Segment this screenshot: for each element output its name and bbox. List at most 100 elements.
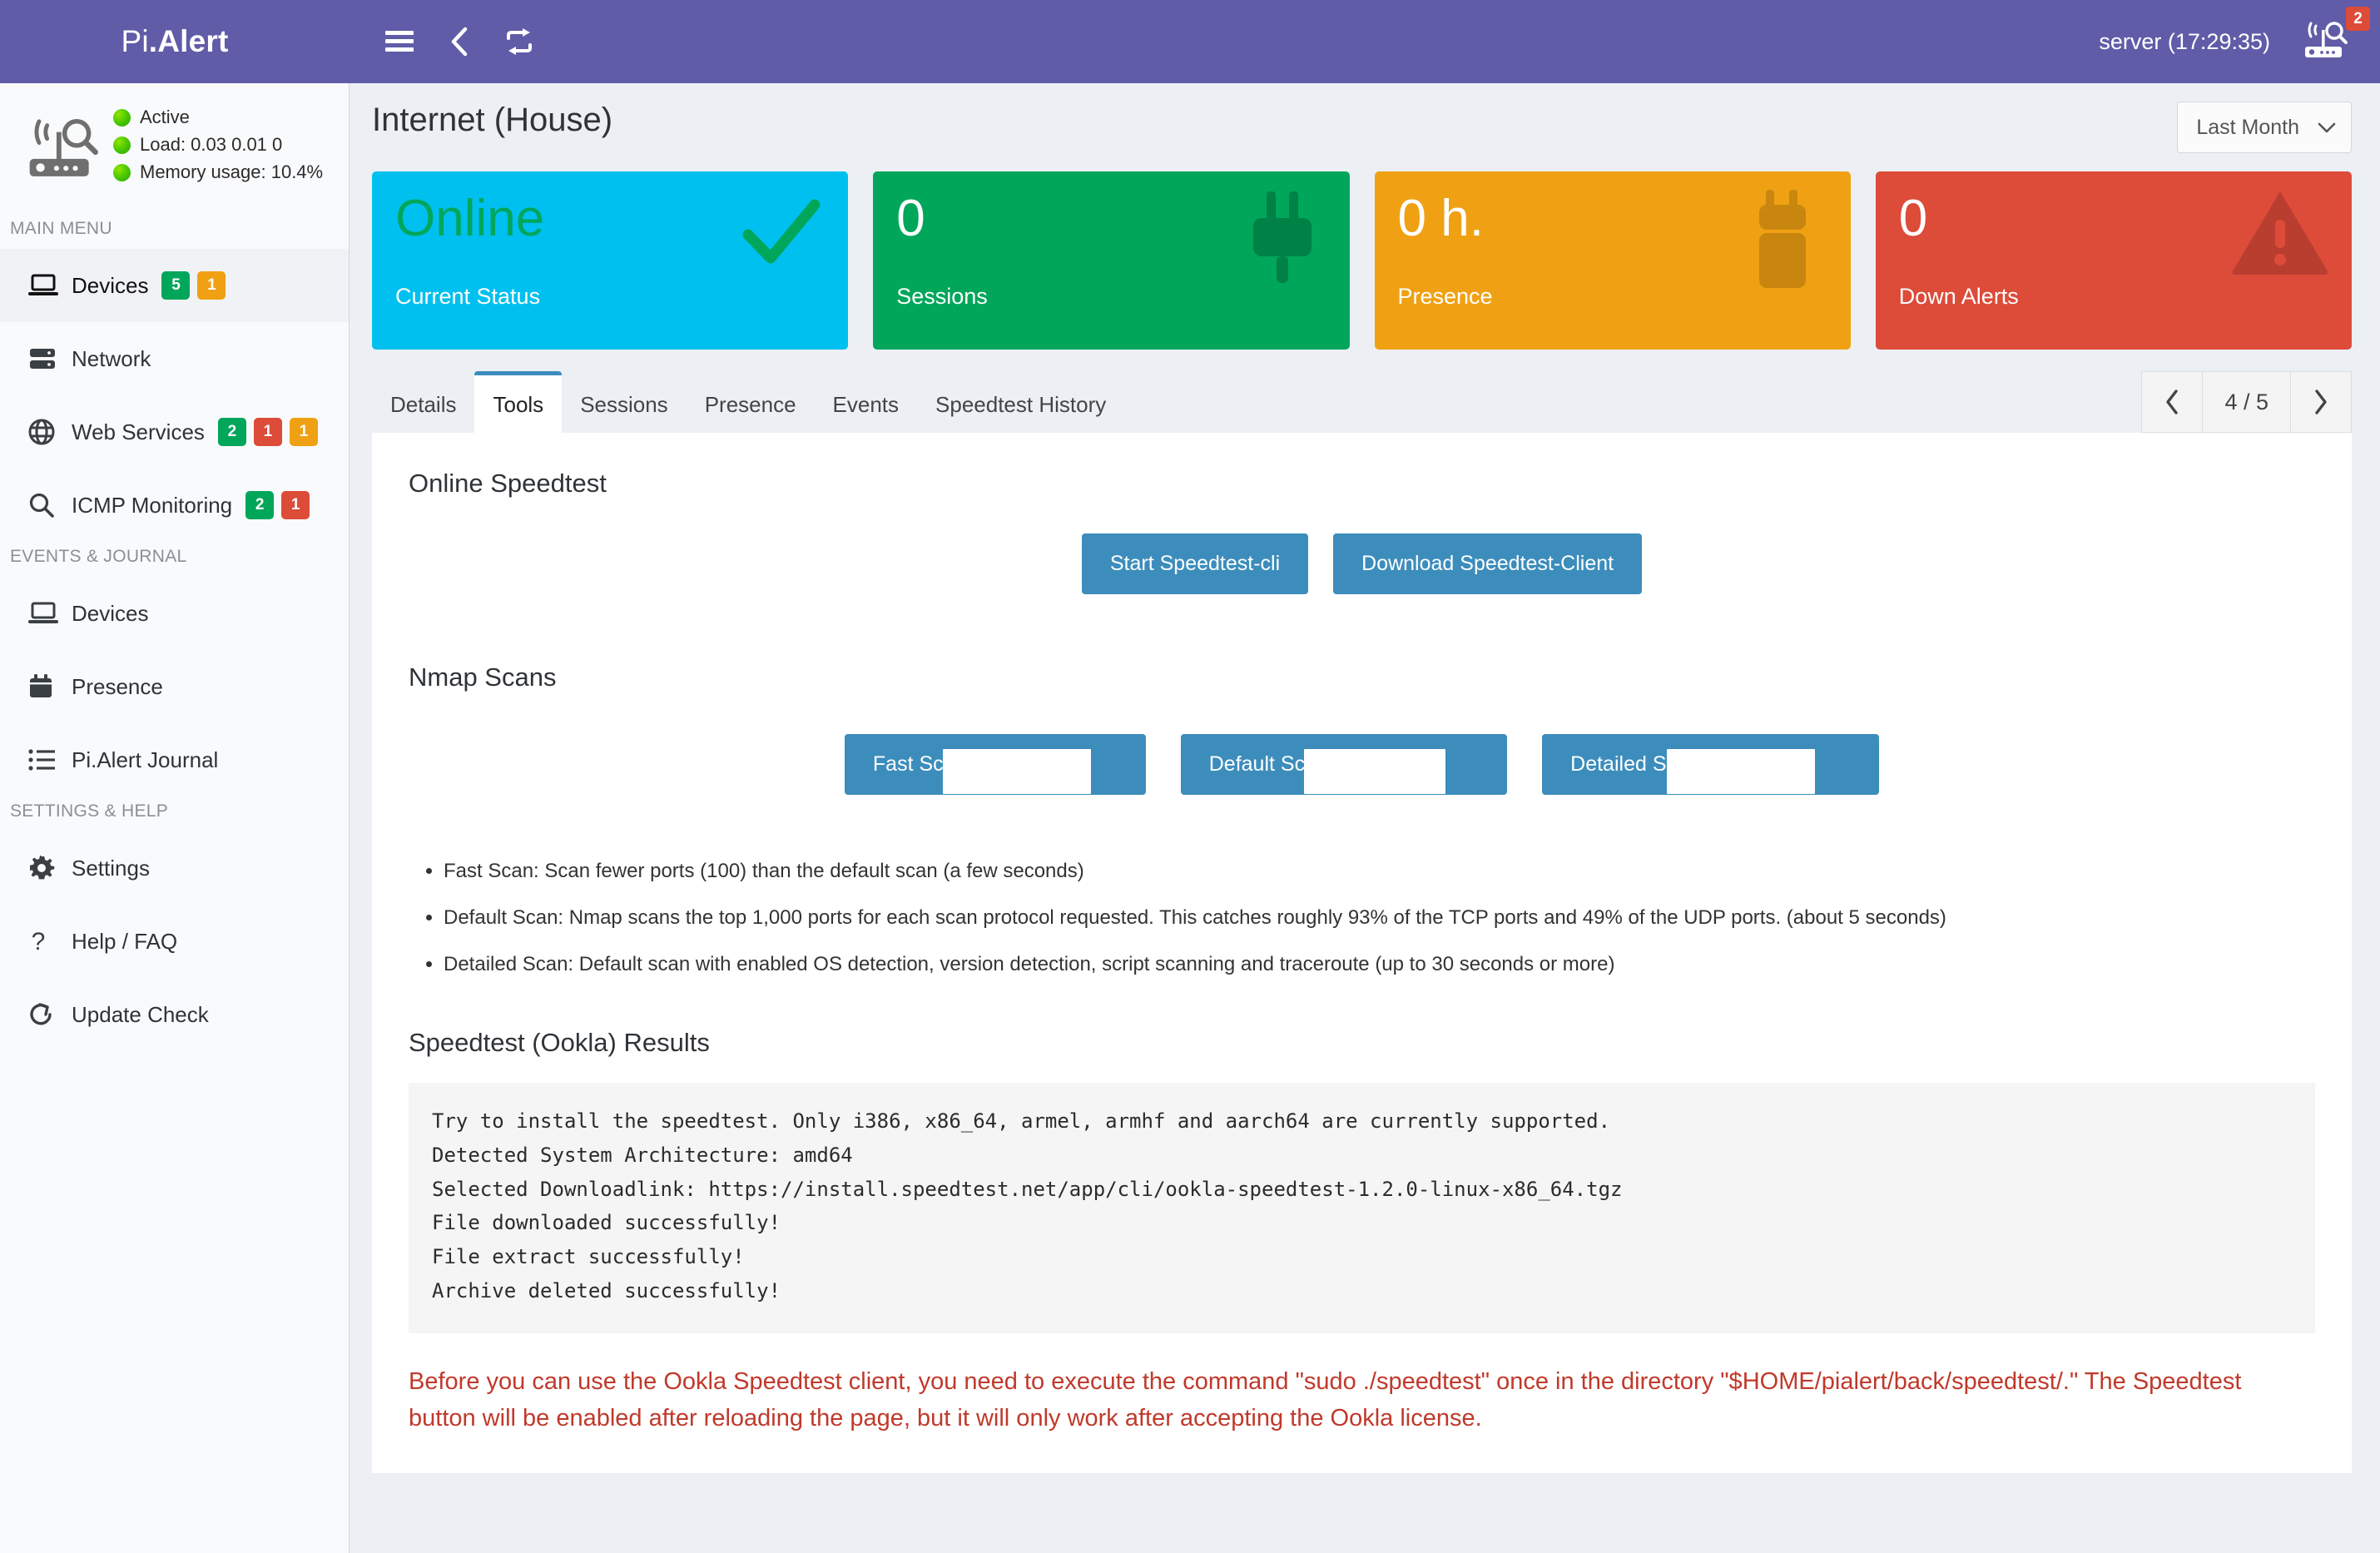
redaction-mask	[1667, 749, 1815, 794]
magnifier-icon	[28, 492, 72, 518]
router-scan-icon	[2300, 20, 2352, 60]
badge-green: 2	[218, 418, 246, 446]
main-content: Internet (House) Last Month OnlineCurren…	[350, 83, 2380, 1553]
status-card-label: Presence	[1398, 284, 1493, 310]
sidebar-item-presence[interactable]: Presence	[0, 650, 349, 723]
refresh-arrow-icon	[28, 1001, 72, 1028]
system-status-panel: Active Load: 0.03 0.01 0 Memory usage: 1…	[0, 83, 349, 214]
pager-prev-button[interactable]	[2141, 371, 2203, 433]
sidebar-item-label: Network	[72, 346, 151, 372]
status-active: Active	[113, 107, 323, 128]
pager-next-button[interactable]	[2290, 371, 2352, 433]
tab-details[interactable]: Details	[372, 371, 474, 433]
nmap-notes-list: Fast Scan: Scan fewer ports (100) than t…	[424, 856, 2332, 980]
tab-speedtest-history[interactable]: Speedtest History	[917, 371, 1124, 433]
svg-text:?: ?	[32, 928, 46, 955]
page-title: Internet (House)	[372, 102, 612, 139]
sidebar-item-label: ICMP Monitoring	[72, 493, 232, 518]
sidebar-item-update-check[interactable]: Update Check	[0, 978, 349, 1051]
list-icon	[28, 749, 72, 771]
sidebar-item-badges: 21	[245, 491, 310, 519]
notification-count-badge: 2	[2346, 7, 2370, 31]
detailed-scan-button-wrap: Detailed Scan (	[1542, 734, 1879, 795]
speedtest-results-title: Speedtest (Ookla) Results	[409, 1028, 2332, 1058]
top-header-bar: Pi.Alert server (17:29:35)	[0, 0, 2380, 83]
badge-green: 2	[245, 491, 274, 519]
sidebar-item-label: Devices	[72, 601, 148, 627]
status-card-down-alerts[interactable]: 0Down Alerts	[1876, 171, 2352, 350]
pager-page-indicator: 4 / 5	[2202, 371, 2291, 433]
status-card-label: Current Status	[395, 284, 540, 310]
refresh-cycle-icon[interactable]	[489, 0, 549, 83]
sidebar-section-header: EVENTS & JOURNAL	[0, 542, 349, 577]
sidebar-item-settings[interactable]: Settings	[0, 831, 349, 905]
status-dot-green	[113, 109, 131, 127]
tab-sessions[interactable]: Sessions	[562, 371, 687, 433]
speedtest-button-row: Start Speedtest-cli Download Speedtest-C…	[392, 533, 2332, 594]
device-pager: 4 / 5	[2141, 371, 2352, 433]
server-time-label: server (17:29:35)	[2099, 29, 2300, 55]
badge-red: 1	[281, 491, 310, 519]
status-load: Load: 0.03 0.01 0	[113, 134, 323, 156]
status-load-label: Load: 0.03 0.01 0	[140, 134, 282, 156]
download-speedtest-client-button[interactable]: Download Speedtest-Client	[1333, 533, 1642, 594]
status-dot-green	[113, 164, 131, 181]
chevron-down-icon	[2318, 116, 2336, 140]
badge-orange: 1	[197, 271, 226, 300]
sidebar-item-network[interactable]: Network	[0, 322, 349, 395]
default-scan-button-wrap: Default Scan (	[1181, 734, 1507, 795]
status-card-label: Down Alerts	[1899, 284, 2019, 310]
status-card-sessions[interactable]: 0Sessions	[873, 171, 1349, 350]
app-logo[interactable]: Pi.Alert	[0, 0, 350, 83]
tab-events[interactable]: Events	[815, 371, 918, 433]
status-card-label: Sessions	[896, 284, 988, 310]
top-nav-controls	[350, 0, 549, 83]
sidebar-section-header: MAIN MENU	[0, 214, 349, 249]
nmap-button-row: Fast Scan ( Default Scan ( Detailed Scan…	[392, 734, 2332, 795]
online-speedtest-title: Online Speedtest	[409, 469, 2332, 499]
tab-list: DetailsToolsSessionsPresenceEventsSpeedt…	[372, 371, 1124, 433]
power-plug-icon	[1237, 186, 1328, 299]
sidebar-item-label: Help / FAQ	[72, 929, 177, 955]
start-speedtest-cli-button[interactable]: Start Speedtest-cli	[1082, 533, 1308, 594]
battery-icon	[1738, 186, 1829, 299]
router-scan-icon	[18, 116, 108, 181]
sidebar-item-help-faq[interactable]: ? Help / FAQ	[0, 905, 349, 978]
tab-tools[interactable]: Tools	[474, 371, 562, 433]
notifications-button[interactable]: 2	[2300, 20, 2380, 64]
sidebar-item-devices[interactable]: Devices51	[0, 249, 349, 322]
status-card-presence[interactable]: 0 h.Presence	[1375, 171, 1851, 350]
app-logo-text: Pi.Alert	[121, 24, 228, 59]
laptop-icon	[28, 273, 72, 298]
sidebar-item-web-services[interactable]: Web Services211	[0, 395, 349, 469]
sidebar-item-label: Devices	[72, 273, 148, 299]
redaction-mask	[943, 749, 1091, 794]
sidebar-item-pi-alert-journal[interactable]: Pi.Alert Journal	[0, 723, 349, 796]
sidebar-item-icmp-monitoring[interactable]: ICMP Monitoring 21	[0, 469, 349, 542]
tabs-row: DetailsToolsSessionsPresenceEventsSpeedt…	[350, 350, 2380, 433]
chevron-left-icon[interactable]	[429, 0, 489, 83]
nmap-note-item: Detailed Scan: Default scan with enabled…	[444, 950, 2332, 980]
badge-red: 1	[254, 418, 282, 446]
sidebar-item-label: Settings	[72, 856, 150, 881]
hamburger-icon[interactable]	[369, 0, 429, 83]
question-mark-icon: ?	[28, 928, 72, 955]
tools-panel: Online Speedtest Start Speedtest-cli Dow…	[372, 433, 2352, 1473]
sidebar-item-badges: 211	[218, 418, 318, 446]
status-active-label: Active	[140, 107, 190, 128]
status-card-current-status[interactable]: OnlineCurrent Status	[372, 171, 848, 350]
gear-icon	[28, 855, 72, 881]
fast-scan-button-wrap: Fast Scan (	[845, 734, 1146, 795]
badge-orange: 1	[290, 418, 318, 446]
sidebar-item-label: Update Check	[72, 1002, 209, 1028]
period-select-value: Last Month	[2196, 116, 2299, 140]
sidebar-item-devices[interactable]: Devices	[0, 577, 349, 650]
check-mark-icon	[735, 186, 826, 282]
globe-icon	[28, 419, 72, 445]
calendar-icon	[28, 673, 72, 700]
sidebar-item-label: Presence	[72, 674, 163, 700]
redaction-mask	[1304, 749, 1445, 794]
tab-presence[interactable]: Presence	[687, 371, 815, 433]
status-lines: Active Load: 0.03 0.01 0 Memory usage: 1…	[108, 107, 323, 189]
period-select[interactable]: Last Month	[2177, 102, 2352, 153]
